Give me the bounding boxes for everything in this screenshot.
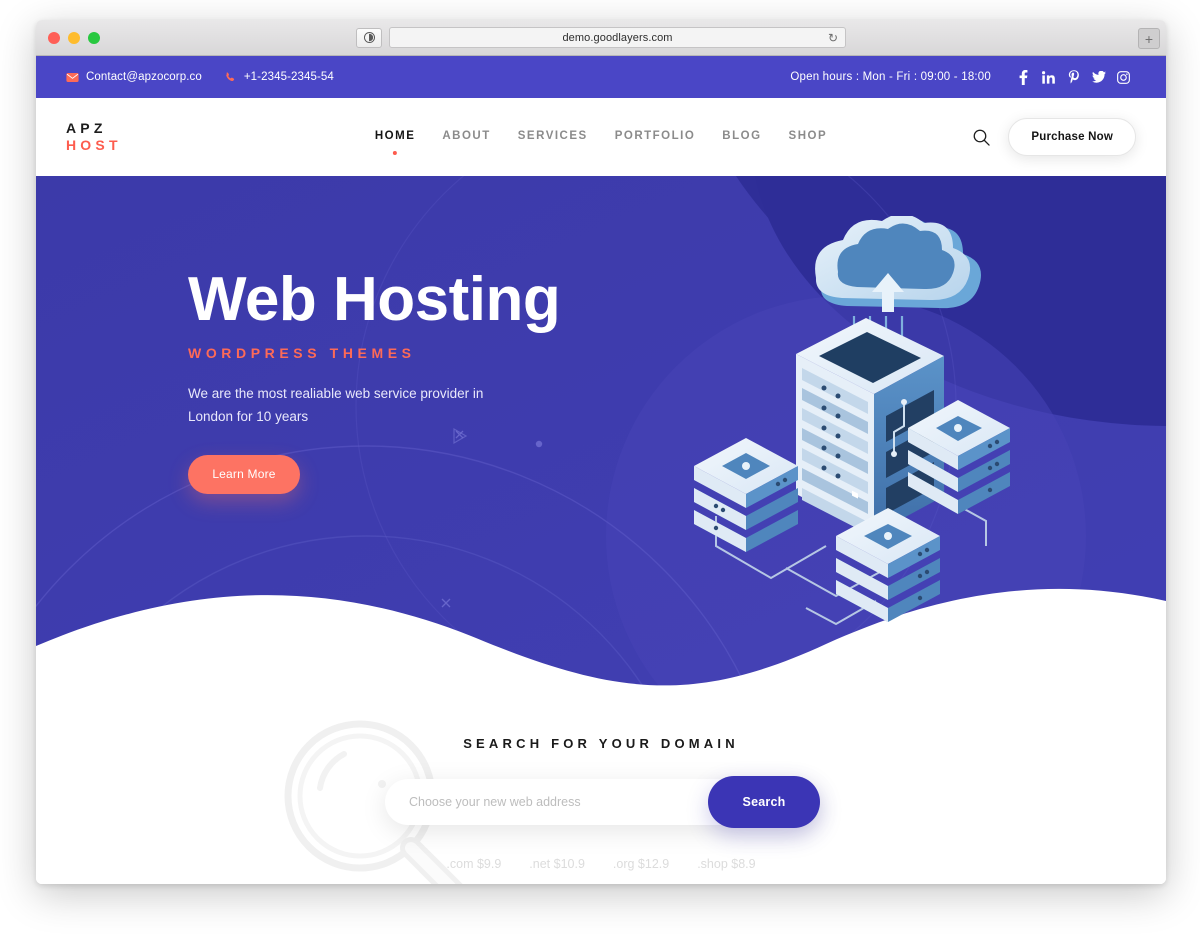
purchase-now-button[interactable]: Purchase Now <box>1008 118 1136 156</box>
logo-line-2: HOST <box>66 137 122 153</box>
nav-item-shop[interactable]: SHOP <box>789 130 828 144</box>
search-icon[interactable] <box>973 129 991 146</box>
domain-search-title: SEARCH FOR YOUR DOMAIN <box>463 736 739 751</box>
topbar-contacts: Contact@apzocorp.co +1-2345-2345-54 <box>66 71 334 84</box>
shield-icon[interactable] <box>356 27 382 48</box>
url-text: demo.goodlayers.com <box>562 31 673 44</box>
nav-item-home[interactable]: HOME <box>375 130 416 144</box>
browser-window: demo.goodlayers.com ↻ + Contact@apzocorp… <box>36 20 1166 884</box>
nav-item-about[interactable]: ABOUT <box>442 130 490 144</box>
contact-phone-text: +1-2345-2345-54 <box>243 71 334 83</box>
open-hours-text: Open hours : Mon - Fri : 09:00 - 18:00 <box>790 71 991 83</box>
topbar-right: Open hours : Mon - Fri : 09:00 - 18:00 <box>790 66 1136 88</box>
hero-title: Web Hosting <box>188 265 561 334</box>
logo-line-1: APZ <box>66 119 107 136</box>
contact-email[interactable]: Contact@apzocorp.co <box>66 71 202 84</box>
domain-search-content: SEARCH FOR YOUR DOMAIN Search .com $9.9 … <box>36 696 1166 871</box>
maximize-window-button[interactable] <box>88 31 100 44</box>
domain-search-section: SEARCH FOR YOUR DOMAIN Search .com $9.9 … <box>36 696 1166 884</box>
learn-more-button[interactable]: Learn More <box>188 454 300 494</box>
isometric-server-cloud-illustration <box>686 216 1016 636</box>
new-tab-button[interactable]: + <box>1138 28 1160 49</box>
facebook-icon[interactable] <box>1011 66 1036 88</box>
minimize-window-button[interactable] <box>68 31 80 44</box>
tld-price-net: .net $10.9 <box>529 857 585 871</box>
contact-email-text: Contact@apzocorp.co <box>86 71 202 83</box>
nav-item-blog[interactable]: BLOG <box>722 130 761 144</box>
reload-icon[interactable]: ↻ <box>828 32 838 44</box>
tld-price-list: .com $9.9 .net $10.9 .org $12.9 .shop $8… <box>446 857 755 871</box>
twitter-icon[interactable] <box>1086 66 1111 88</box>
nav-item-portfolio[interactable]: PORTFOLIO <box>615 130 696 144</box>
hero-description: We are the most realiable web service pr… <box>188 386 484 424</box>
close-window-button[interactable] <box>48 31 60 44</box>
domain-search-button[interactable]: Search <box>708 776 820 828</box>
linkedin-icon[interactable] <box>1036 66 1061 88</box>
contact-phone[interactable]: +1-2345-2345-54 <box>224 71 334 84</box>
utility-topbar: Contact@apzocorp.co +1-2345-2345-54 Open… <box>36 56 1166 98</box>
site-logo[interactable]: APZ HOST <box>66 120 122 154</box>
envelope-icon <box>66 71 79 84</box>
nav-item-services[interactable]: SERVICES <box>518 130 588 144</box>
browser-address-area: demo.goodlayers.com ↻ <box>356 27 846 48</box>
hero-section: Web Hosting WORDPRESS THEMES We are the … <box>36 176 1166 696</box>
tld-price-shop: .shop $8.9 <box>697 857 756 871</box>
site-header: APZ HOST HOME ABOUT SERVICES PORTFOLIO B… <box>36 98 1166 176</box>
header-actions: Purchase Now <box>973 118 1136 156</box>
tld-price-com: .com $9.9 <box>446 857 502 871</box>
tld-price-org: .org $12.9 <box>612 857 670 871</box>
url-bar[interactable]: demo.goodlayers.com ↻ <box>389 27 846 48</box>
phone-icon <box>224 71 237 84</box>
main-navigation: HOME ABOUT SERVICES PORTFOLIO BLOG SHOP <box>375 130 827 144</box>
domain-search-bar: Search <box>385 776 820 828</box>
window-traffic-lights <box>48 31 100 44</box>
pinterest-icon[interactable] <box>1061 66 1086 88</box>
instagram-icon[interactable] <box>1111 66 1136 88</box>
social-links <box>1011 66 1136 88</box>
page-viewport: Contact@apzocorp.co +1-2345-2345-54 Open… <box>36 56 1166 884</box>
hero-subtitle: WORDPRESS THEMES <box>188 345 416 362</box>
browser-chrome-bar: demo.goodlayers.com ↻ + <box>36 20 1166 56</box>
